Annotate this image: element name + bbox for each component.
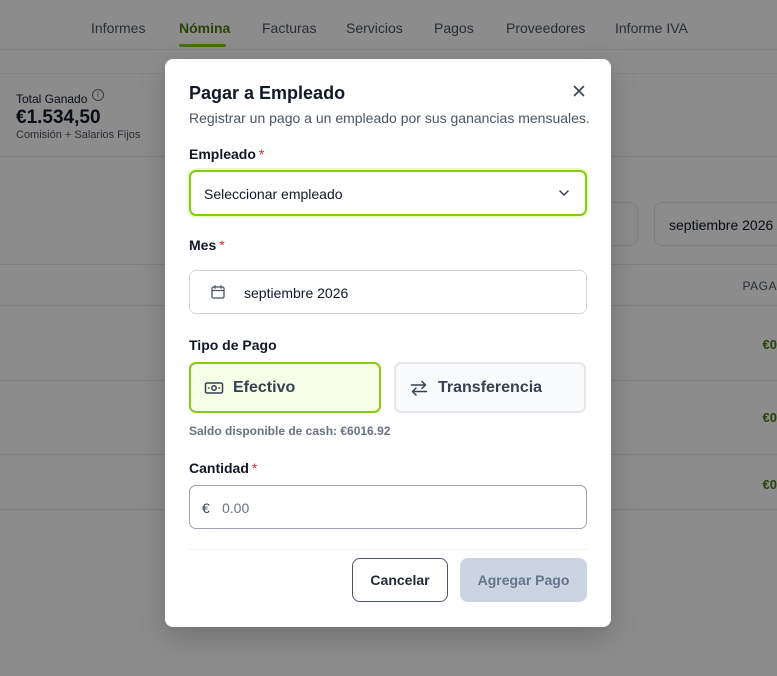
employee-select-value: Seleccionar empleado [204,186,343,202]
payment-option-cash-label: Efectivo [233,379,296,396]
required-mark: * [258,146,265,162]
month-label-text: Mes [189,237,217,253]
add-payment-button[interactable]: Agregar Pago [460,558,587,602]
pay-employee-dialog: Pagar a Empleado Registrar un pago a un … [165,59,611,627]
dialog-description: Registrar un pago a un empleado por sus … [189,110,590,126]
cancel-button[interactable]: Cancelar [352,558,448,602]
banknote-icon [204,382,224,394]
transfer-arrows-icon [410,380,428,396]
payment-option-transfer[interactable]: Transferencia [394,362,586,413]
month-picker-input[interactable]: septiembre 2026 [189,270,587,314]
amount-label: Cantidad * [189,460,257,476]
month-value: septiembre 2026 [244,285,349,301]
amount-placeholder: 0.00 [222,500,250,516]
month-label: Mes * [189,237,225,253]
amount-label-text: Cantidad [189,460,249,476]
dialog-title: Pagar a Empleado [189,83,346,103]
currency-symbol: € [202,500,210,516]
required-mark: * [219,237,225,253]
employee-label: Empleado * [189,146,264,162]
employee-label-text: Empleado [189,146,256,162]
required-mark: * [251,460,258,476]
calendar-icon [211,285,225,299]
payment-option-cash[interactable]: Efectivo [189,362,381,413]
payment-type-label: Tipo de Pago [189,337,277,353]
payment-option-transfer-label: Transferencia [438,379,543,396]
cash-balance-hint: Saldo disponible de cash: €6016.92 [189,424,391,438]
amount-input[interactable]: € 0.00 [189,485,587,529]
footer-divider [189,549,587,550]
chevron-down-icon [559,190,569,196]
employee-select[interactable]: Seleccionar empleado [189,170,587,216]
close-icon[interactable] [569,81,589,101]
